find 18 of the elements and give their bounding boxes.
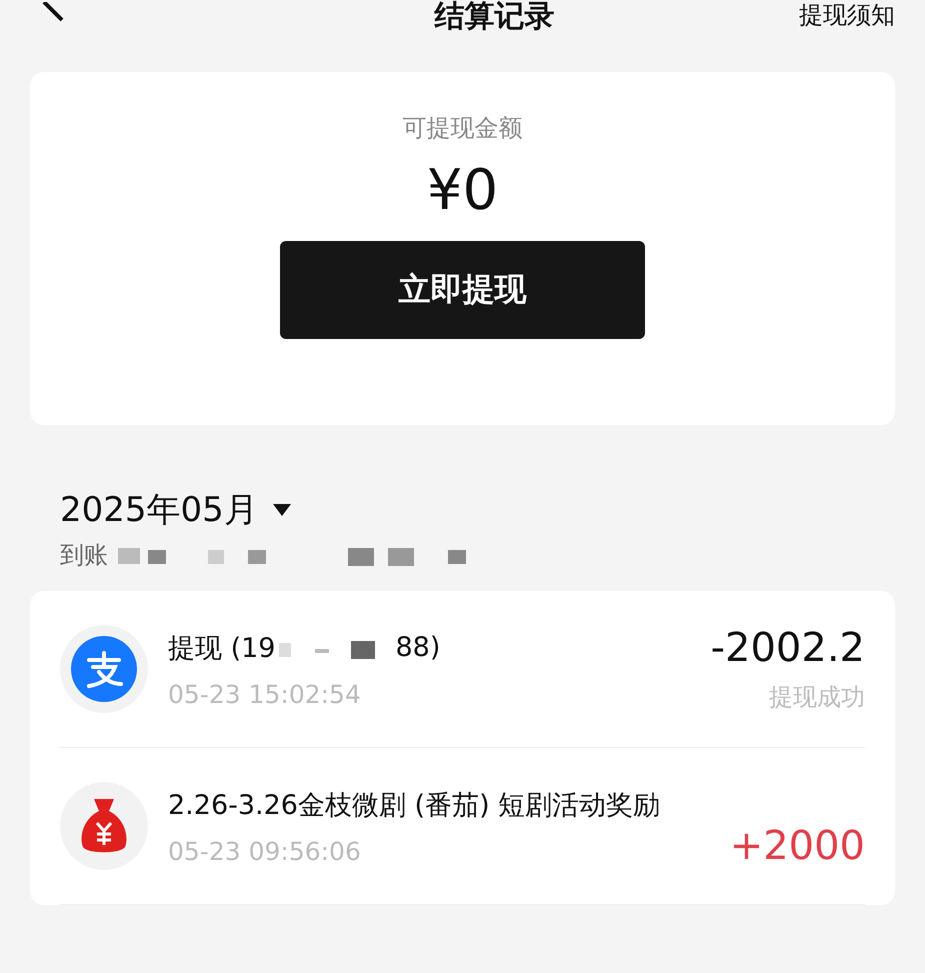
record-time: 05-23 09:56:06 <box>168 836 362 866</box>
balance-amount: ¥0 <box>426 158 498 223</box>
withdrawal-notice-link[interactable]: 提现须知 <box>799 0 895 30</box>
record-time: 05-23 15:02:54 <box>168 680 362 708</box>
summary-label: 到账 <box>60 540 108 571</box>
balance-label: 可提现金额 <box>402 113 522 144</box>
record-title-end: 88) <box>395 632 440 663</box>
record-title: 提现 (19 <box>168 632 276 666</box>
withdraw-button[interactable]: 立即提现 <box>280 241 645 339</box>
record-status: 提现成功 <box>769 682 865 713</box>
record-amount: +2000 <box>730 823 865 869</box>
record-title: 2.26-3.26金枝微剧 (番茄) 短剧活动奖励 <box>168 788 660 822</box>
dropdown-icon[interactable] <box>272 503 292 517</box>
payment-app-icon <box>71 636 137 702</box>
page-title: 结算记录 <box>434 0 554 34</box>
month-selector[interactable]: 2025年05月 <box>60 487 258 533</box>
money-bag-icon <box>79 797 129 855</box>
record-amount: -2002.2 <box>710 625 865 671</box>
